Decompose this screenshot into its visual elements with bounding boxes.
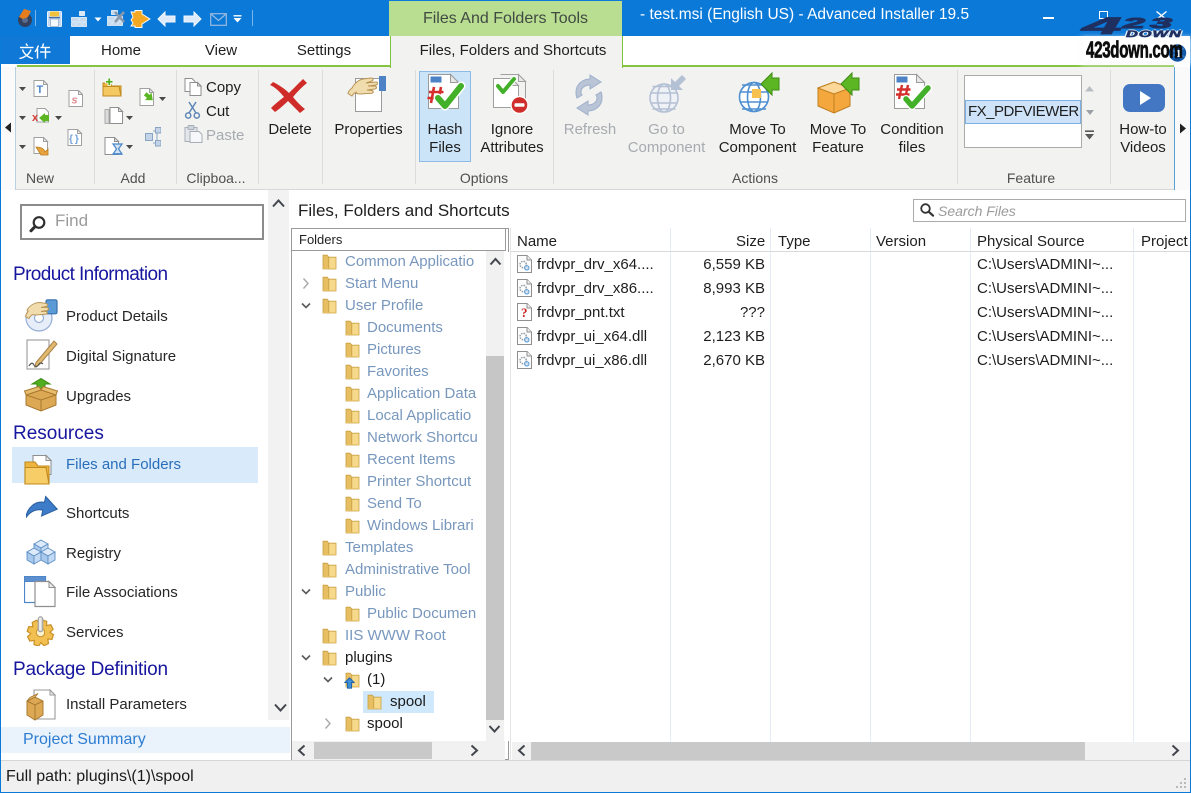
svg-text:x: x <box>32 112 39 124</box>
svg-text:{ }: { } <box>69 134 79 145</box>
svg-text:s: s <box>72 95 78 107</box>
svg-text:T: T <box>37 84 44 96</box>
